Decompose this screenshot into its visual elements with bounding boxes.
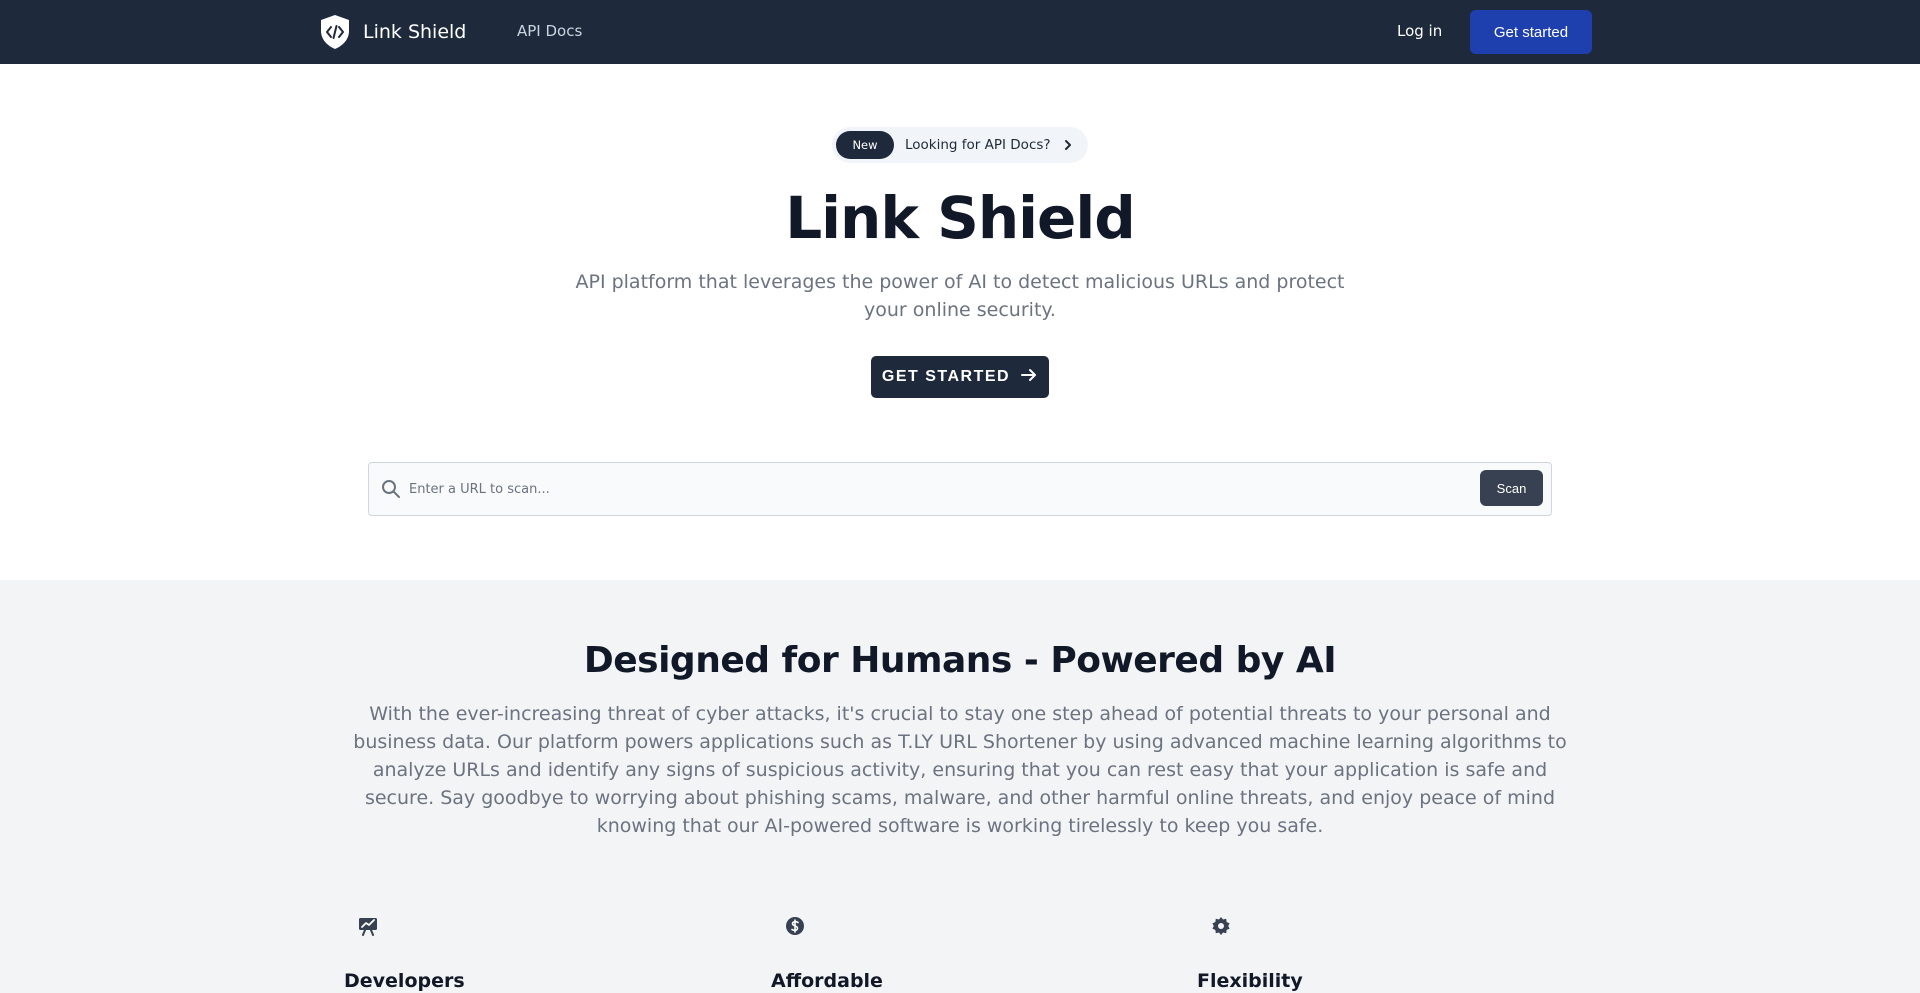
features-section: Designed for Humans - Powered by AI With… <box>0 580 1920 993</box>
brand-name: Link Shield <box>363 21 467 43</box>
api-docs-announcement-pill[interactable]: New Looking for API Docs? <box>832 127 1088 163</box>
arrow-right-icon <box>1020 367 1038 388</box>
feature-title-flexibility: Flexibility <box>1197 970 1303 992</box>
feature-title-developers: Developers <box>344 970 465 992</box>
hero-subtitle: API platform that leverages the power of… <box>575 271 1345 321</box>
get-started-hero-button[interactable]: GET STARTED <box>871 356 1049 398</box>
dollar-coin-icon <box>785 916 805 940</box>
gear-icon <box>1211 916 1231 940</box>
new-badge: New <box>836 131 894 159</box>
hero-title: Link Shield <box>785 184 1136 252</box>
announcement-text: Looking for API Docs? <box>905 137 1051 153</box>
url-scan-input[interactable] <box>409 473 1429 505</box>
login-link[interactable]: Log in <box>1397 22 1442 40</box>
nav-link-api-docs[interactable]: API Docs <box>517 22 582 40</box>
scan-button[interactable]: Scan <box>1480 470 1543 506</box>
features-description: With the ever-increasing threat of cyber… <box>353 703 1567 837</box>
top-navbar: Link Shield API Docs Log in Get started <box>0 0 1920 64</box>
feature-title-affordable: Affordable <box>771 970 883 992</box>
logo-link[interactable]: Link Shield <box>319 14 466 50</box>
get-started-nav-button[interactable]: Get started <box>1470 10 1592 54</box>
chevron-right-icon <box>1063 139 1073 151</box>
get-started-label: GET STARTED <box>881 368 1011 385</box>
features-title: Designed for Humans - Powered by AI <box>583 640 1337 681</box>
url-scan-form: Scan <box>368 462 1552 516</box>
presentation-chart-icon <box>358 916 378 940</box>
shield-code-icon <box>319 14 351 50</box>
search-icon <box>381 479 401 503</box>
